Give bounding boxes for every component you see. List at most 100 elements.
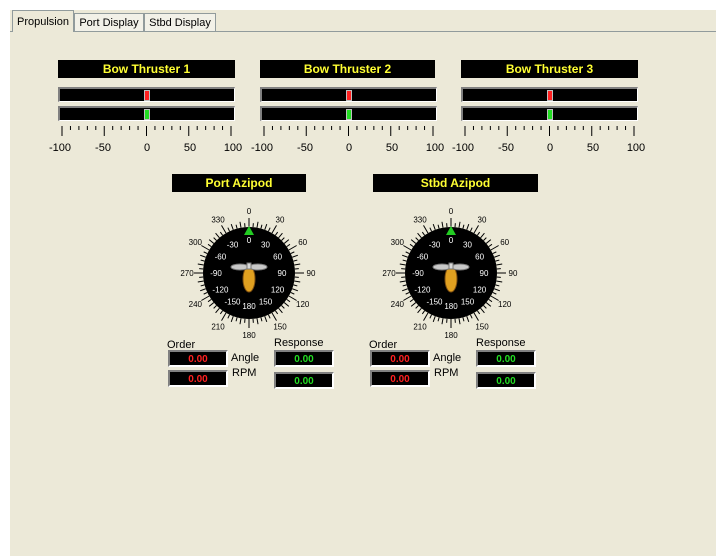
dial-outer-label: 0 bbox=[247, 207, 252, 216]
dial-tick bbox=[417, 232, 422, 239]
dial-tick bbox=[458, 221, 461, 228]
dial-tick bbox=[221, 225, 227, 234]
bow-thruster-2-order-bar bbox=[260, 87, 437, 102]
dial-inner-label: -60 bbox=[417, 253, 429, 262]
dial-tick bbox=[429, 227, 433, 232]
tab-propulsion[interactable]: Propulsion bbox=[12, 10, 74, 32]
dial-inner-label: 30 bbox=[261, 240, 270, 249]
dial-tick bbox=[485, 302, 492, 307]
dial-outer-label: 90 bbox=[509, 269, 518, 278]
dial-tick bbox=[437, 224, 440, 229]
dial-tick bbox=[294, 263, 301, 266]
dial-tick bbox=[415, 305, 419, 309]
dial-inner-label: -150 bbox=[426, 298, 443, 307]
bow-thruster-3-response-indicator bbox=[547, 109, 553, 120]
dial-tick bbox=[219, 310, 224, 315]
bow-thruster-1-order-bar bbox=[58, 87, 235, 102]
dial-outer-label: 30 bbox=[276, 215, 285, 224]
dial-outer-label: 90 bbox=[307, 269, 316, 278]
dial-tick bbox=[283, 239, 290, 244]
dial-tick bbox=[286, 243, 291, 248]
dial-tick bbox=[294, 280, 301, 283]
dial-outer-label: 60 bbox=[298, 238, 307, 247]
dial-tick bbox=[476, 310, 481, 315]
dial-outer-label: 120 bbox=[296, 300, 310, 309]
dial-tick bbox=[213, 237, 217, 241]
dial-inner-label: -30 bbox=[227, 240, 239, 249]
dial-inner-label: 30 bbox=[463, 240, 472, 249]
dial-tick bbox=[432, 316, 436, 323]
dial-inner-label: -30 bbox=[429, 240, 441, 249]
tab-strip: Propulsion Port Display Stbd Display bbox=[10, 10, 716, 32]
bow-thruster-3-tick-label: 50 bbox=[586, 142, 600, 154]
dial-tick bbox=[401, 254, 408, 258]
stbd-azipod-dial: 03060901201501802102402703003300 30609012… bbox=[382, 207, 518, 340]
dial-inner-label: 120 bbox=[473, 286, 487, 295]
bow-thruster-1-title: Bow Thruster 1 bbox=[58, 60, 235, 78]
tab-port-display[interactable]: Port Display bbox=[74, 13, 144, 31]
dial-tick bbox=[235, 317, 238, 322]
dial-tick bbox=[402, 259, 407, 262]
dial-tick bbox=[213, 305, 217, 309]
dial-tick bbox=[197, 280, 204, 283]
dial-outer-label: 330 bbox=[211, 215, 225, 224]
bow-thruster-2-response-bar bbox=[260, 106, 437, 121]
dial-tick bbox=[409, 243, 414, 248]
dial-tick bbox=[488, 243, 493, 248]
dial-tick bbox=[221, 312, 227, 321]
dial-inner-label: 180 bbox=[444, 302, 458, 311]
dial-tick bbox=[271, 225, 277, 234]
dial-tick bbox=[485, 239, 492, 244]
dial-tick bbox=[203, 291, 208, 295]
dial-inner-label: 90 bbox=[278, 269, 287, 278]
dial-tick bbox=[402, 284, 407, 287]
propulsion-panel: Bow Thruster 1 -100 -50 0 50 100 Bow Thr… bbox=[10, 32, 716, 556]
dial-tick bbox=[473, 312, 479, 321]
stbd-angle-label: Angle bbox=[433, 352, 462, 364]
dial-inner-label: 60 bbox=[475, 253, 484, 262]
port-azipod-dial: 03060901201501802102402703003300 30609012… bbox=[180, 207, 316, 340]
dial-tick bbox=[200, 284, 205, 287]
dial-outer-label: 0 bbox=[449, 207, 454, 216]
dial-outer-label: 180 bbox=[444, 331, 458, 340]
dial-inner-label: -90 bbox=[210, 269, 222, 278]
port-azipod-title: Port Azipod bbox=[172, 174, 306, 192]
dial-tick bbox=[274, 231, 279, 236]
dial-tick bbox=[490, 245, 499, 251]
dial-outer-label: 300 bbox=[189, 238, 203, 247]
bow-thruster-1-tick-label: -50 bbox=[95, 142, 111, 154]
dial-outer-label: 270 bbox=[382, 269, 396, 278]
dial-tick bbox=[429, 314, 433, 319]
dial-tick bbox=[293, 284, 298, 287]
dial-tick bbox=[239, 221, 242, 228]
bow-thruster-3-tick-label: 0 bbox=[546, 142, 554, 154]
dial-outer-label: 150 bbox=[475, 323, 489, 332]
dial-tick bbox=[283, 302, 290, 307]
dial-tick bbox=[199, 254, 206, 258]
dial-tick bbox=[495, 284, 500, 287]
dial-tick bbox=[469, 314, 473, 319]
bow-thruster-3-title: Bow Thruster 3 bbox=[461, 60, 638, 78]
dial-tick bbox=[256, 318, 259, 325]
dial-tick bbox=[409, 298, 414, 303]
dial-tick bbox=[256, 221, 259, 228]
dial-tick bbox=[405, 291, 410, 295]
dial-tick bbox=[290, 291, 295, 295]
dial-outer-label: 240 bbox=[391, 300, 405, 309]
bow-thruster-2-response-indicator bbox=[346, 109, 352, 120]
bow-thruster-3-order-indicator bbox=[547, 90, 553, 101]
dial-tick bbox=[462, 224, 465, 229]
tab-stbd-display[interactable]: Stbd Display bbox=[144, 13, 216, 31]
dial-tick bbox=[483, 237, 487, 241]
dial-tick bbox=[230, 223, 234, 230]
dial-tick bbox=[286, 298, 291, 303]
dial-tick bbox=[201, 245, 210, 251]
dial-tick bbox=[290, 251, 295, 255]
dial-tick bbox=[215, 232, 220, 239]
dial-tick bbox=[466, 223, 470, 230]
dial-tick bbox=[230, 316, 234, 323]
dial-outer-label: 210 bbox=[211, 323, 225, 332]
dial-tick bbox=[423, 225, 429, 234]
dial-tick bbox=[281, 237, 285, 241]
dial-tick bbox=[494, 288, 501, 292]
